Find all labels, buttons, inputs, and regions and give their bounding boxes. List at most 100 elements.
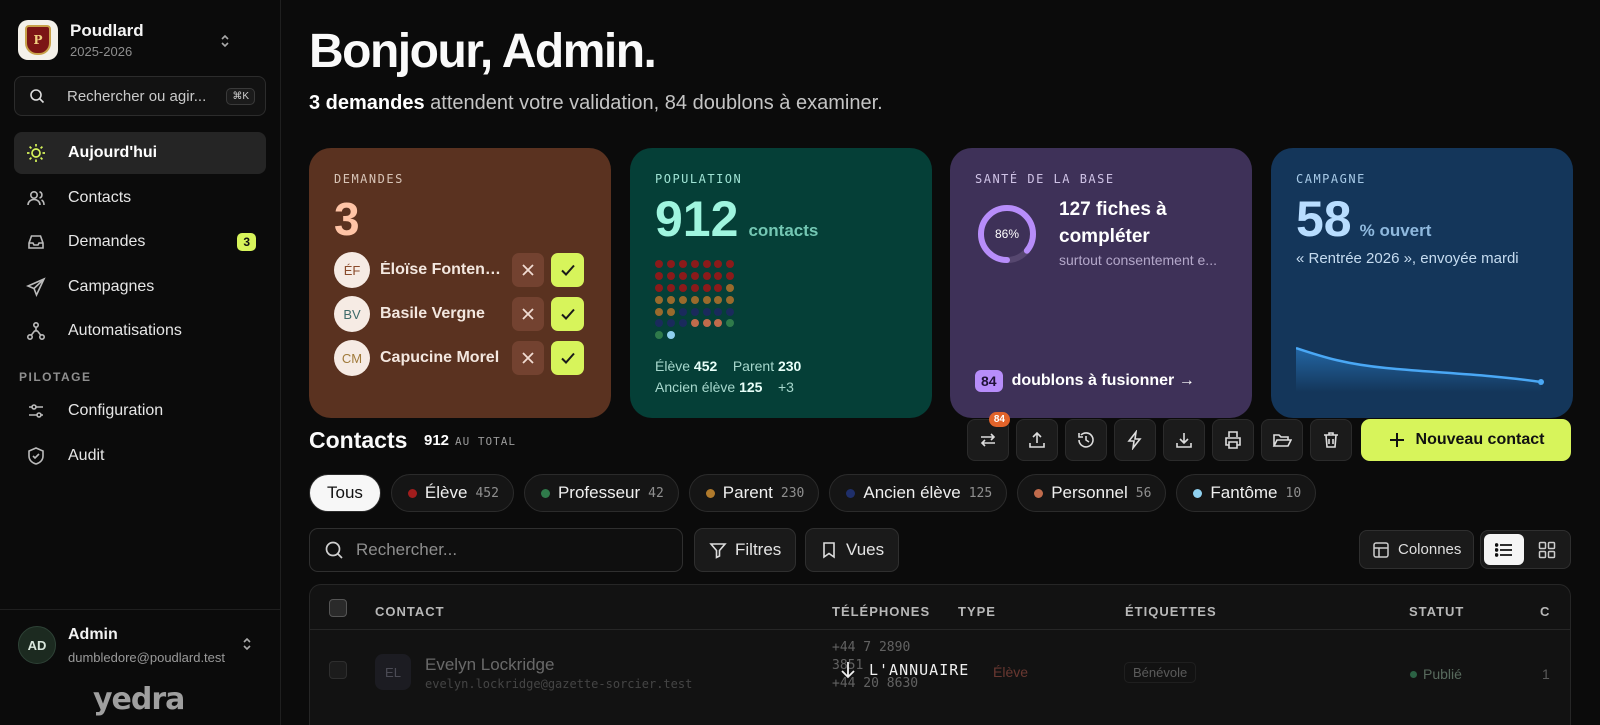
close-icon	[522, 352, 534, 364]
nav-item-label: Contacts	[68, 188, 132, 206]
column-header-type[interactable]: TYPE	[958, 604, 996, 619]
nav-item-label: Campagnes	[68, 277, 155, 295]
sidebar: P Poudlard 2025-2026 Rechercher ou agir.…	[0, 0, 281, 725]
nav-item-audit[interactable]: Audit	[14, 435, 266, 477]
main-nav: Aujourd'hui Contacts Demandes 3 Campagne…	[14, 132, 266, 479]
nav-section-label: PILOTAGE	[19, 370, 92, 384]
select-all-checkbox[interactable]	[329, 599, 347, 617]
chip-eleve[interactable]: Élève 452	[390, 474, 514, 512]
workspace-year: 2025-2026	[70, 44, 133, 59]
stat-value: 230	[777, 358, 802, 374]
approve-button[interactable]	[551, 253, 584, 287]
chip-parent[interactable]: Parent 230	[688, 474, 820, 512]
column-header-phones[interactable]: TÉLÉPHONES	[832, 604, 930, 619]
avatar: ÉF	[334, 252, 370, 288]
reject-button[interactable]	[512, 341, 544, 375]
delete-button[interactable]	[1310, 419, 1352, 461]
population-dot	[714, 319, 723, 328]
nav-item-requests[interactable]: Demandes 3	[14, 221, 266, 263]
requests-count-badge: 3	[237, 233, 256, 251]
columns-button[interactable]: Colonnes	[1359, 530, 1475, 569]
check-icon	[560, 308, 575, 320]
row-checkbox[interactable]	[329, 661, 347, 679]
health-ring-gauge: 86%	[978, 205, 1036, 263]
population-dot	[666, 295, 675, 304]
population-dot	[690, 271, 699, 280]
contact-type-filters: Tous Élève 452 Professeur 42 Parent 230 Anc…	[309, 474, 1317, 512]
requests-count: 3	[334, 193, 360, 245]
contacts-toolbar: 84	[967, 412, 1352, 461]
population-dot	[655, 260, 663, 268]
population-dot	[726, 283, 735, 292]
columns-label: Colonnes	[1398, 541, 1462, 558]
filters-button[interactable]: Filtres	[694, 528, 797, 572]
chip-count: 10	[1285, 485, 1302, 501]
population-dot	[726, 271, 735, 280]
population-dot	[702, 319, 711, 328]
chip-all[interactable]: Tous	[309, 474, 381, 512]
print-button[interactable]	[1212, 419, 1254, 461]
nav-item-label: Aujourd'hui	[68, 144, 158, 161]
population-dot	[666, 331, 675, 340]
views-button[interactable]: Vues	[805, 528, 900, 572]
contact-email: evelyn.lockridge@gazette-sorcier.test	[425, 677, 693, 691]
contacts-search-input[interactable]: Rechercher...	[309, 528, 683, 572]
chip-personnel[interactable]: Personnel 56	[1017, 474, 1167, 512]
grid-view-button[interactable]	[1527, 534, 1567, 565]
column-header-status[interactable]: STATUT	[1409, 604, 1464, 619]
chip-ancien-eleve[interactable]: Ancien élève 125	[829, 474, 1008, 512]
user-menu[interactable]: AD Admin dumbledore@poudlard.test yedra	[0, 609, 281, 725]
new-contact-button[interactable]: Nouveau contact	[1361, 419, 1571, 461]
row-extra-cell: 1	[1542, 666, 1550, 682]
population-dot	[714, 307, 723, 316]
population-dot	[714, 295, 723, 304]
population-dot	[655, 307, 663, 316]
grid-icon	[1538, 541, 1556, 558]
card-eyebrow: CAMPAGNE	[1296, 172, 1366, 186]
open-folder-button[interactable]	[1261, 419, 1303, 461]
crest-letter: P	[25, 25, 51, 55]
merge-duplicates-button[interactable]: 84	[967, 412, 1010, 461]
subtitle-rest: attendent votre validation, 84 doublons …	[424, 92, 883, 114]
population-dot	[678, 260, 687, 268]
request-row: ÉF Éloïse Fontenelle	[334, 252, 589, 288]
sliders-icon	[26, 401, 46, 421]
column-header-contact[interactable]: CONTACT	[375, 604, 445, 619]
chip-count: 230	[780, 485, 805, 501]
approve-button[interactable]	[551, 341, 584, 375]
status-badge: Publié	[1410, 666, 1462, 682]
column-header-extra[interactable]: C	[1540, 604, 1550, 619]
scroll-to-directory-button[interactable]: L'ANNUAIRE	[839, 660, 969, 680]
search-icon	[30, 89, 45, 104]
card-eyebrow: DEMANDES	[334, 172, 404, 186]
command-search[interactable]: Rechercher ou agir... ⌘K	[14, 76, 266, 116]
nav-item-contacts[interactable]: Contacts	[14, 177, 266, 219]
user-email: dumbledore@poudlard.test	[68, 650, 226, 665]
workflow-icon	[26, 321, 46, 341]
contact-tag: Bénévole	[1124, 662, 1197, 683]
chip-professeur[interactable]: Professeur 42	[523, 474, 679, 512]
nav-item-automations[interactable]: Automatisations	[14, 310, 266, 352]
approve-button[interactable]	[551, 297, 584, 331]
campaign-unit: % ouvert	[1359, 221, 1432, 240]
chip-fantome[interactable]: Fantôme 10	[1176, 474, 1317, 512]
reject-button[interactable]	[512, 297, 544, 331]
request-row: BV Basile Vergne	[334, 296, 589, 332]
workspace-switcher[interactable]: P Poudlard 2025-2026	[18, 20, 229, 60]
import-button[interactable]	[1016, 419, 1058, 461]
nav-item-today[interactable]: Aujourd'hui	[14, 132, 266, 174]
column-header-tags[interactable]: ÉTIQUETTES	[1125, 604, 1217, 619]
views-label: Vues	[846, 540, 885, 559]
population-breakdown: Élève 452 Parent 230 Ancien élève 125 +3	[655, 356, 801, 398]
avatar: EL	[375, 654, 411, 690]
nav-item-campaigns[interactable]: Campagnes	[14, 266, 266, 308]
chip-label: Personnel	[1051, 483, 1128, 502]
history-button[interactable]	[1065, 419, 1107, 461]
export-button[interactable]	[1163, 419, 1205, 461]
list-view-button[interactable]	[1484, 534, 1524, 565]
nav-item-configuration[interactable]: Configuration	[14, 390, 266, 432]
reject-button[interactable]	[512, 253, 544, 287]
automation-button[interactable]	[1114, 419, 1156, 461]
user-name: Admin	[68, 626, 118, 643]
merge-duplicates-link[interactable]: 84 doublons à fusionner →	[975, 370, 1195, 392]
